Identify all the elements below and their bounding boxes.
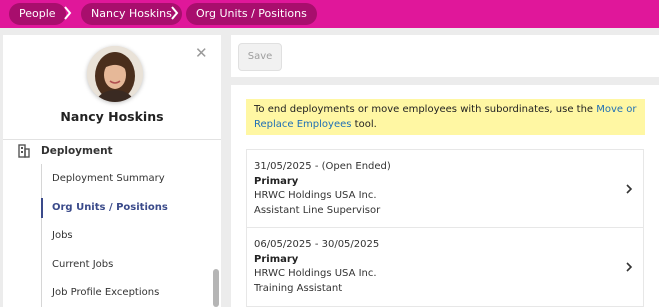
breadcrumb-employee[interactable]: Nancy Hoskins: [81, 3, 182, 25]
section-deployment: Deployment: [41, 145, 113, 157]
notice-text-end: tool.: [351, 119, 377, 130]
close-icon[interactable]: ✕: [195, 46, 208, 61]
scrollbar-thumb[interactable]: [213, 269, 219, 307]
deployment-company: HRWC Holdings USA Inc.: [254, 268, 377, 279]
deployment-type: Primary: [254, 254, 299, 265]
avatar: [87, 46, 143, 102]
deployment-type: Primary: [254, 176, 299, 187]
divider: [3, 139, 221, 140]
nav-item-org-units-positions[interactable]: Org Units / Positions: [41, 195, 206, 221]
save-button[interactable]: Save: [238, 43, 282, 71]
deployment-position: Assistant Line Supervisor: [254, 205, 381, 216]
breadcrumb-org-units[interactable]: Org Units / Positions: [186, 3, 317, 25]
deployment-position: Training Assistant: [254, 283, 343, 294]
deployment-company: HRWC Holdings USA Inc.: [254, 190, 377, 201]
nav-item-deployment-summary[interactable]: Deployment Summary: [41, 166, 206, 192]
nav-item-jobs[interactable]: Jobs: [41, 223, 206, 249]
nav-item-current-jobs[interactable]: Current Jobs: [41, 252, 206, 278]
profile-panel: ✕ Nancy Hoskins Deployment Deployment Su…: [3, 35, 221, 307]
chevron-right-icon[interactable]: [624, 183, 634, 195]
deployment-dates: 06/05/2025 - 30/05/2025: [254, 239, 380, 250]
breadcrumb-people[interactable]: People: [9, 3, 66, 25]
chevron-right-icon: [171, 6, 179, 20]
building-icon: [18, 144, 30, 158]
deployment-card[interactable]: 31/05/2025 - (Open Ended) Primary HRWC H…: [246, 149, 644, 228]
breadcrumb: People Nancy Hoskins Org Units / Positio…: [0, 0, 659, 28]
deployment-dates: 31/05/2025 - (Open Ended): [254, 161, 391, 172]
notice-text: To end deployments or move employees wit…: [254, 104, 597, 115]
chevron-right-icon: [64, 6, 72, 20]
employee-name: Nancy Hoskins: [60, 109, 164, 124]
toolbar: Save: [231, 35, 659, 77]
main-content: To end deployments or move employees wit…: [231, 85, 659, 307]
nav-item-job-profile-exceptions[interactable]: Job Profile Exceptions: [41, 280, 206, 306]
chevron-right-icon[interactable]: [624, 261, 634, 273]
info-notice: To end deployments or move employees wit…: [246, 99, 645, 135]
deployment-card[interactable]: 06/05/2025 - 30/05/2025 Primary HRWC Hol…: [246, 227, 644, 307]
